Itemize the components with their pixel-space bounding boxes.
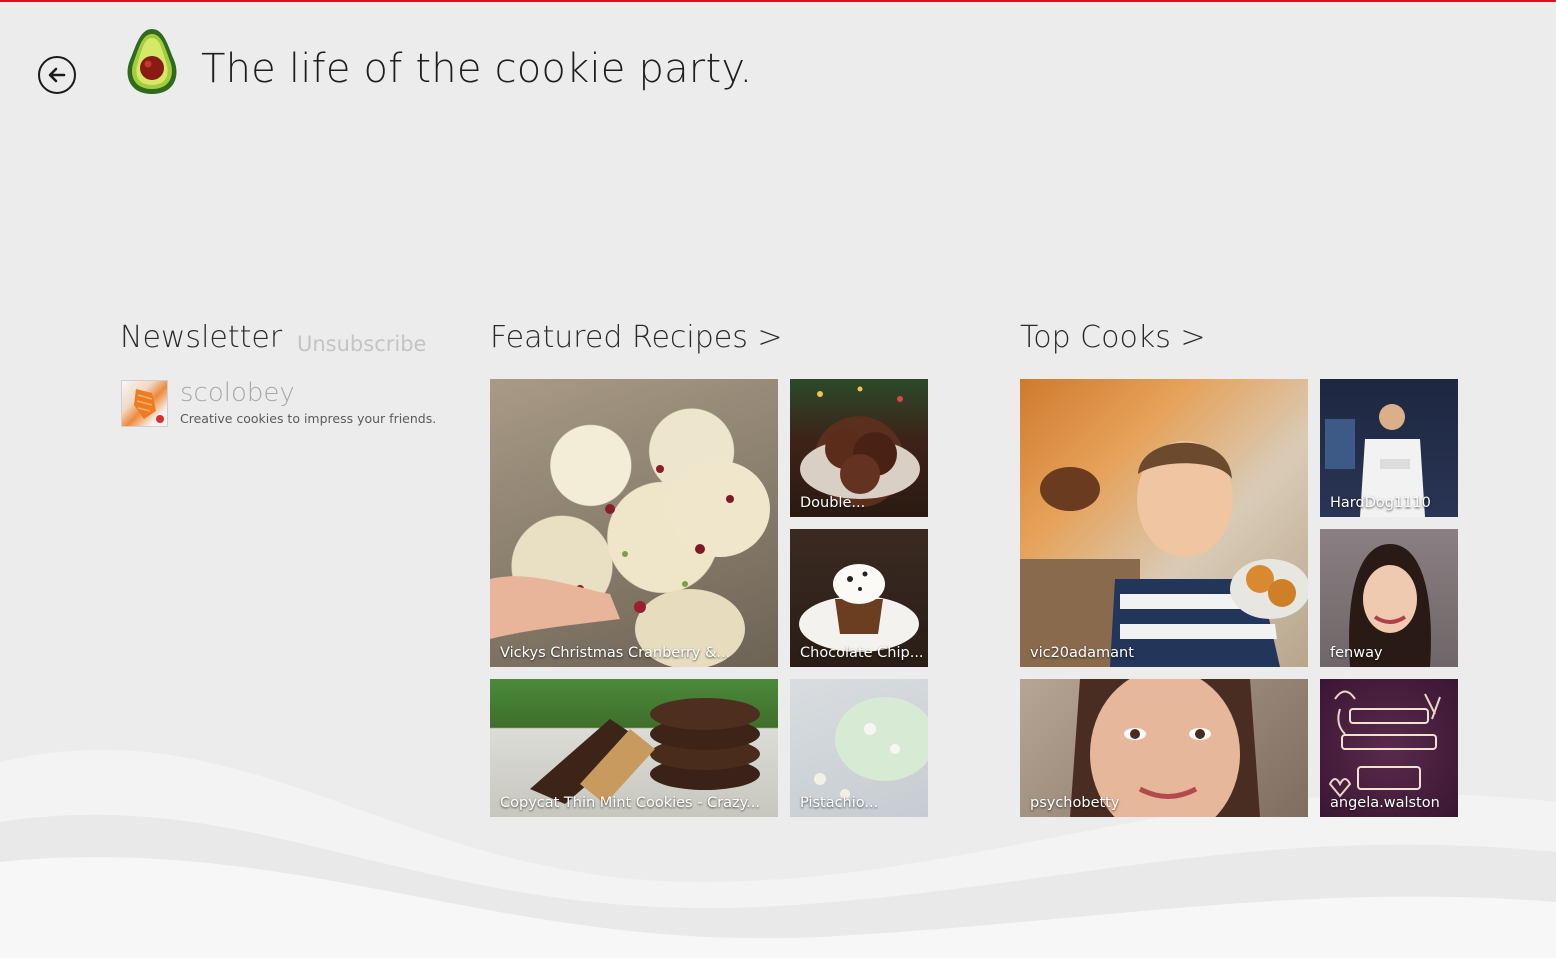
recipe-tile-label: Vickys Christmas Cranberry &... xyxy=(500,645,731,661)
recipe-tile[interactable]: Pistachio... xyxy=(790,679,928,817)
recipe-tile[interactable]: Vickys Christmas Cranberry &... xyxy=(490,379,778,667)
cook-tile[interactable]: HardDog1110 xyxy=(1320,379,1458,517)
featured-recipes-heading[interactable]: Featured Recipes > xyxy=(490,320,783,355)
cook-tile[interactable]: angela.walston xyxy=(1320,679,1458,817)
top-cooks-heading[interactable]: Top Cooks > xyxy=(1020,320,1206,355)
cook-tile-label: fenway xyxy=(1330,645,1383,661)
newsletter-heading: Newsletter xyxy=(120,320,283,355)
cook-tile[interactable]: vic20adamant xyxy=(1020,379,1308,667)
recipe-tile-label: Copycat Thin Mint Cookies - Crazy... xyxy=(500,795,760,811)
cookie-photo xyxy=(490,461,770,667)
cook-tile[interactable]: fenway xyxy=(1320,529,1458,667)
back-arrow-icon xyxy=(48,67,66,83)
recipe-tile[interactable]: Double... xyxy=(790,379,928,517)
cook-tile-label: psychobetty xyxy=(1030,795,1120,811)
avocado-logo-icon xyxy=(127,29,177,94)
page-title: The life of the cookie party. xyxy=(201,46,753,92)
recipe-tile[interactable]: Chocolate Chip... xyxy=(790,529,928,667)
recipe-tile-label: Double... xyxy=(800,495,866,511)
cook-tile-label: HardDog1110 xyxy=(1330,495,1431,511)
subscription-thumbnail[interactable] xyxy=(121,380,168,427)
recipe-tile-label: Pistachio... xyxy=(800,795,879,811)
back-button[interactable] xyxy=(38,56,76,94)
carrot-thumbnail-icon xyxy=(134,389,164,423)
unsubscribe-button[interactable]: Unsubscribe xyxy=(297,332,426,356)
recipe-tile[interactable]: Copycat Thin Mint Cookies - Crazy... xyxy=(490,679,778,817)
recipe-tile-label: Chocolate Chip... xyxy=(800,645,924,661)
cook-tile[interactable]: psychobetty xyxy=(1020,679,1308,817)
boy-with-muffins-photo xyxy=(1020,441,1308,667)
cook-tile-label: angela.walston xyxy=(1330,795,1440,811)
subscription-description: Creative cookies to impress your friends… xyxy=(180,411,437,426)
cook-tile-label: vic20adamant xyxy=(1030,645,1134,661)
subscription-name[interactable]: scolobey xyxy=(180,378,295,408)
